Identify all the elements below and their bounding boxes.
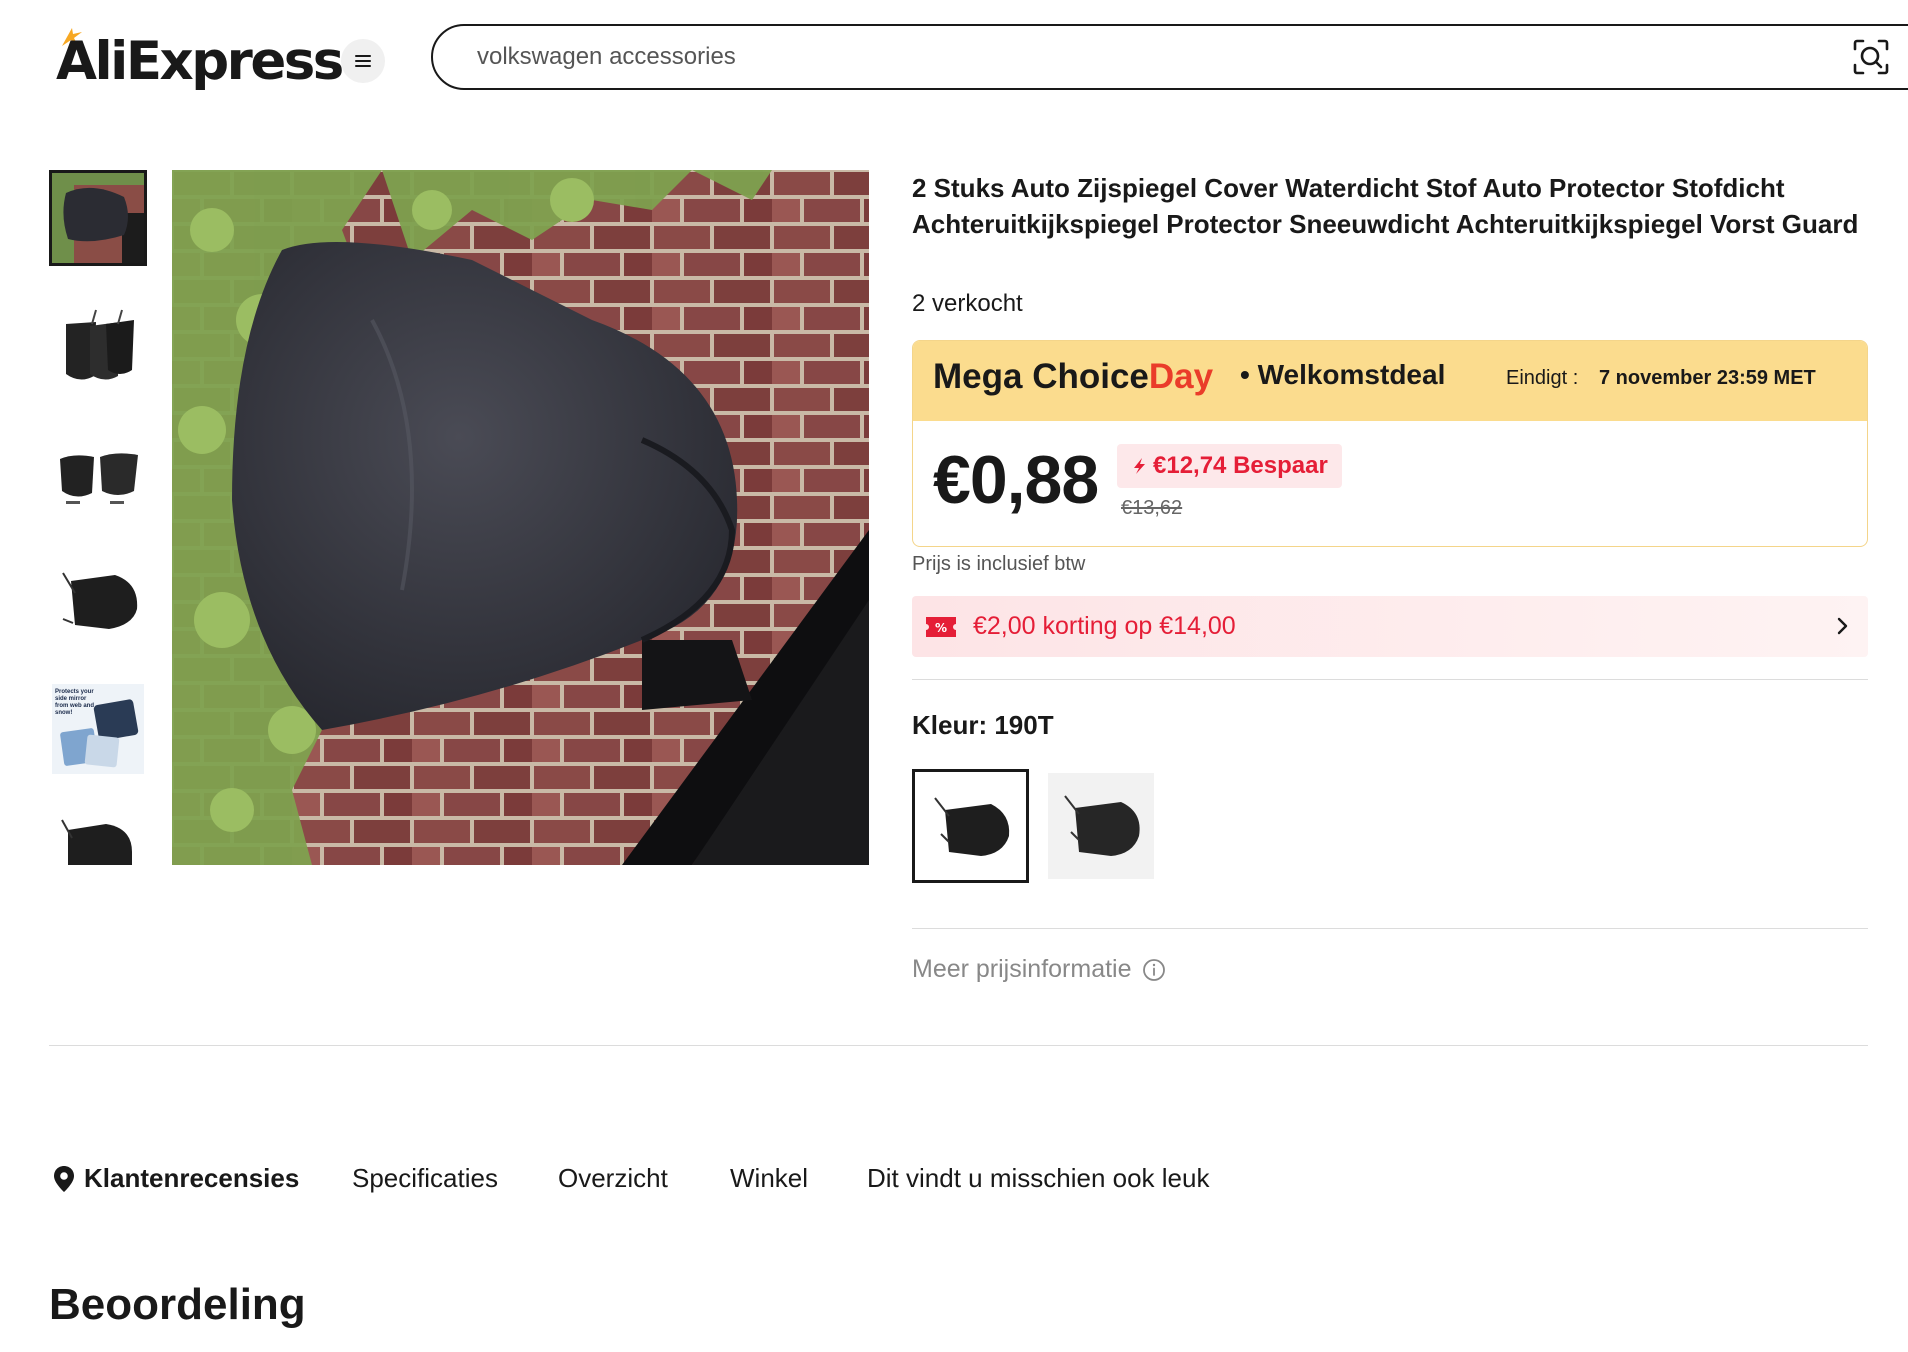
down-arrow-icon — [1134, 458, 1145, 474]
deal-end-time: 7 november 23:59 MET — [1599, 367, 1816, 389]
thumbnail-2[interactable] — [49, 300, 147, 396]
deal-subtitle: • Welkomstdeal — [1240, 359, 1446, 390]
more-price-info[interactable]: Meer prijsinformatie — [912, 955, 1166, 984]
chevron-right-icon — [1837, 617, 1848, 635]
thumbnail-4[interactable] — [49, 555, 147, 651]
product-title: 2 Stuks Auto Zijspiegel Cover Waterdicht… — [912, 173, 1859, 239]
location-pin-icon — [54, 1165, 74, 1192]
menu-button[interactable] — [341, 39, 385, 83]
hamburger-icon — [355, 55, 371, 67]
thumbnail-6[interactable] — [49, 808, 147, 865]
image-search-icon[interactable] — [1852, 38, 1890, 76]
thumbnail-1[interactable] — [49, 170, 147, 266]
thumbnail-image — [61, 819, 132, 865]
tab-recommendations[interactable]: Dit vindt u misschien ook leuk — [867, 1163, 1209, 1194]
tab-label: Klantenrecensies — [84, 1163, 300, 1193]
deal-title-main: Mega Choice — [933, 357, 1149, 396]
tab-overzicht[interactable]: Overzicht — [558, 1163, 668, 1194]
logo-text: AliExpress — [56, 30, 344, 92]
current-price: €0,88 — [933, 442, 1099, 518]
tab-klantenrecensies[interactable]: Klantenrecensies — [53, 1163, 299, 1194]
vat-note: Prijs is inclusief btw — [912, 553, 1086, 575]
svg-text:%: % — [935, 621, 947, 635]
more-price-info-label: Meer prijsinformatie — [912, 955, 1132, 983]
discount-badge: €12,74 Bespaar — [1117, 444, 1342, 488]
coupon-icon: % — [926, 617, 956, 637]
deal-title: Mega ChoiceDay — [933, 357, 1213, 397]
section-divider — [49, 1045, 1868, 1046]
swatch-image — [933, 797, 1009, 856]
deal-end-label: Eindigt : — [1506, 367, 1579, 389]
sold-count: 2 verkocht — [912, 290, 1023, 317]
swatch-image — [1064, 795, 1140, 856]
search-input[interactable] — [477, 43, 1777, 71]
search-bar[interactable] — [431, 24, 1908, 90]
thumbnail-image — [60, 453, 138, 504]
tab-winkel[interactable]: Winkel — [730, 1163, 808, 1194]
main-product-image[interactable] — [172, 170, 869, 865]
color-label: Kleur: 190T — [912, 710, 1054, 740]
deal-box: Mega ChoiceDay • Welkomstdeal Eindigt : … — [912, 340, 1868, 547]
thumbnail-image — [66, 309, 134, 380]
color-option-190t[interactable] — [912, 769, 1029, 883]
coupon-banner[interactable]: % €2,00 korting op €14,00 — [912, 596, 1868, 657]
thumbnail-caption: Protects your side mirror from web and s… — [55, 689, 95, 716]
product-photo — [172, 170, 869, 865]
coupon-text: €2,00 korting op €14,00 — [973, 612, 1236, 640]
tab-specificaties[interactable]: Specificaties — [352, 1163, 498, 1194]
thumbnail-5[interactable]: Protects your side mirror from web and s… — [49, 681, 147, 777]
thumbnail-image — [62, 572, 138, 629]
section-title-rating: Beoordeling — [49, 1280, 306, 1329]
color-option-210d[interactable] — [1048, 773, 1154, 879]
divider — [912, 928, 1868, 929]
divider — [912, 679, 1868, 680]
save-amount: €12,74 Bespaar — [1153, 452, 1328, 479]
original-price: €13,62 — [1121, 497, 1183, 519]
aliexpress-logo[interactable]: AliExpress — [56, 26, 344, 96]
thumbnail-3[interactable] — [49, 427, 147, 523]
thumbnail-image — [52, 173, 144, 263]
info-icon — [1142, 958, 1165, 981]
deal-title-day: Day — [1148, 357, 1214, 396]
deal-header: Mega ChoiceDay • Welkomstdeal Eindigt : … — [913, 341, 1867, 421]
